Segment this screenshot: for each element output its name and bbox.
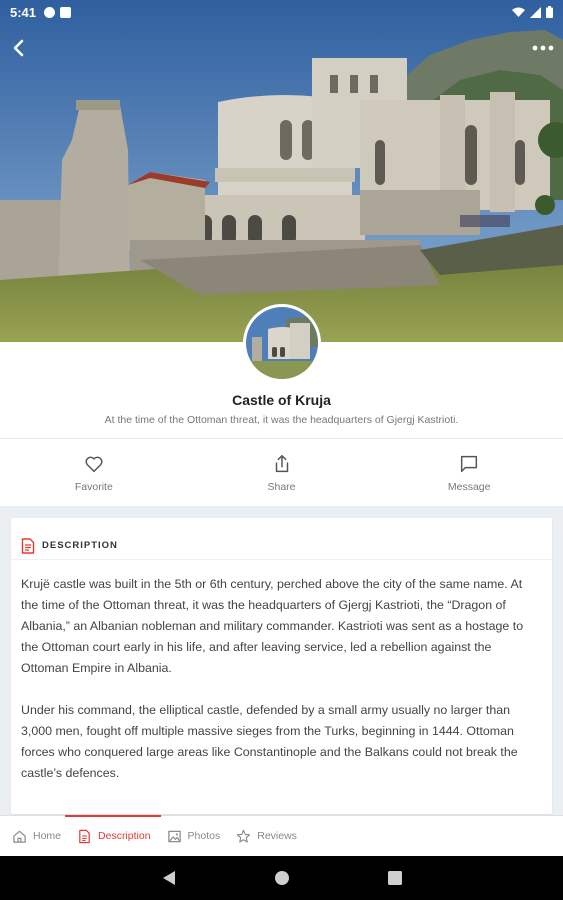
favorite-button[interactable]: Favorite	[0, 439, 188, 506]
description-header: DESCRIPTION	[11, 518, 552, 560]
tab-photos-label: Photos	[187, 830, 221, 842]
document-icon	[79, 829, 90, 843]
tab-description[interactable]: Description	[65, 814, 161, 857]
description-text: Krujë castle was built in the 5th or 6th…	[11, 560, 552, 784]
message-icon	[461, 455, 478, 472]
favorite-label: Favorite	[74, 480, 113, 493]
action-row: Favorite Share Message	[0, 438, 563, 506]
more-options-icon[interactable]	[529, 36, 557, 60]
system-nav-bar	[0, 856, 563, 900]
message-label: Message	[447, 480, 491, 493]
status-bar: 5:41	[0, 0, 563, 24]
nav-home-icon[interactable]	[274, 870, 290, 886]
bottom-tab-bar: Home Description Photos Reviews	[0, 814, 563, 857]
sim-icon	[60, 6, 72, 18]
message-button[interactable]: Message	[375, 439, 563, 506]
wifi-icon	[512, 7, 525, 17]
tab-description-label: Description	[98, 830, 151, 842]
signal-icon	[530, 6, 541, 18]
tab-home[interactable]: Home	[10, 816, 71, 857]
share-button[interactable]: Share	[188, 439, 376, 506]
home-icon	[13, 830, 26, 843]
description-paragraph: Krujë castle was built in the 5th or 6th…	[21, 577, 524, 675]
document-icon	[21, 537, 35, 554]
share-label: Share	[267, 480, 296, 493]
description-heading: DESCRIPTION	[42, 540, 118, 551]
share-icon	[275, 454, 288, 472]
tab-home-label: Home	[33, 830, 62, 842]
place-title: Castle of Kruja	[232, 392, 331, 408]
tab-reviews[interactable]: Reviews	[234, 816, 307, 857]
status-time: 5:41	[10, 4, 37, 20]
avatar-image	[246, 307, 318, 379]
hero-image	[0, 0, 563, 345]
description-paragraph: Under his command, the elliptical castle…	[21, 703, 518, 780]
tab-photos[interactable]: Photos	[165, 816, 231, 857]
image-icon	[167, 830, 181, 842]
back-arrow-icon[interactable]	[6, 36, 30, 60]
place-subtitle: At the time of the Ottoman threat, it wa…	[104, 414, 459, 426]
description-card: DESCRIPTION Krujë castle was built in th…	[11, 518, 552, 814]
star-icon	[237, 829, 251, 843]
app-icon	[44, 6, 56, 18]
castle-photo	[0, 0, 563, 345]
heart-icon	[85, 456, 103, 472]
battery-icon	[546, 6, 553, 18]
tab-reviews-label: Reviews	[257, 830, 297, 842]
nav-recents-icon[interactable]	[387, 871, 402, 885]
nav-back-icon[interactable]	[162, 870, 176, 886]
place-avatar	[243, 304, 321, 382]
